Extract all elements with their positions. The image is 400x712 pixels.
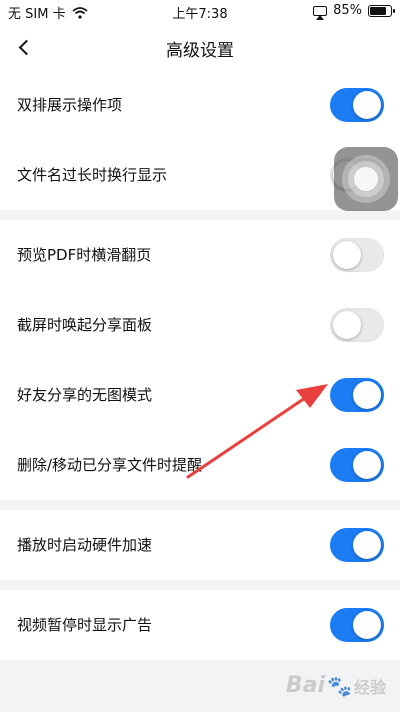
status-bar: 无 SIM 卡 上午7:38 85%: [0, 0, 400, 24]
setting-label: 预览PDF时横滑翻页: [17, 246, 152, 264]
watermark-logo-text: Bai: [285, 673, 326, 698]
settings-row: 预览PDF时横滑翻页: [0, 220, 400, 290]
setting-label: 好友分享的无图模式: [17, 386, 153, 404]
page-title: 高级设置: [166, 41, 234, 61]
paw-icon: 🐾: [327, 673, 352, 698]
airplay-icon: [313, 5, 328, 20]
toggle-knob: [353, 451, 381, 479]
toggle-knob: [353, 611, 381, 639]
setting-label: 视频暂停时显示广告: [17, 616, 153, 634]
toggle-switch[interactable]: [330, 448, 384, 482]
toggle-switch[interactable]: [330, 308, 384, 342]
setting-label: 播放时启动硬件加速: [17, 536, 153, 554]
setting-label: 截屏时唤起分享面板: [17, 316, 153, 334]
settings-row: 截屏时唤起分享面板: [0, 290, 400, 360]
setting-label: 删除/移动已分享文件时提醒: [17, 456, 203, 474]
watermark: Bai 🐾 经验: [286, 673, 386, 698]
watermark-brand-text: 经验: [353, 677, 386, 697]
settings-row: 视频暂停时显示广告: [0, 590, 400, 660]
settings-section: 视频暂停时显示广告: [0, 590, 400, 660]
settings-section: 播放时启动硬件加速: [0, 510, 400, 580]
toggle-knob: [353, 381, 381, 409]
toggle-switch[interactable]: [330, 608, 384, 642]
settings-row: 删除/移动已分享文件时提醒: [0, 430, 400, 500]
toggle-knob: [333, 311, 361, 339]
settings-row: 播放时启动硬件加速: [0, 510, 400, 580]
settings-section: 预览PDF时横滑翻页 截屏时唤起分享面板 好友分享的无图模式删除/移动已分享文件时提…: [0, 220, 400, 500]
assistive-touch-button[interactable]: [334, 147, 398, 211]
toggle-switch[interactable]: [330, 378, 384, 412]
toggle-knob: [353, 91, 381, 119]
setting-label: 文件名过长时换行显示: [17, 166, 168, 184]
battery-percent: 85%: [333, 3, 362, 18]
toggle-switch[interactable]: [330, 88, 384, 122]
toggle-switch[interactable]: [330, 528, 384, 562]
status-right: 85%: [313, 3, 395, 20]
toggle-knob: [333, 241, 361, 269]
toggle-knob: [353, 531, 381, 559]
settings-row: 好友分享的无图模式: [0, 360, 400, 430]
nav-bar: 高级设置: [0, 24, 400, 70]
battery-fill: [370, 6, 386, 15]
setting-label: 双排展示操作项: [17, 96, 123, 114]
toggle-switch[interactable]: [330, 238, 384, 272]
settings-row: 双排展示操作项: [0, 70, 400, 140]
battery-icon: [368, 4, 395, 17]
